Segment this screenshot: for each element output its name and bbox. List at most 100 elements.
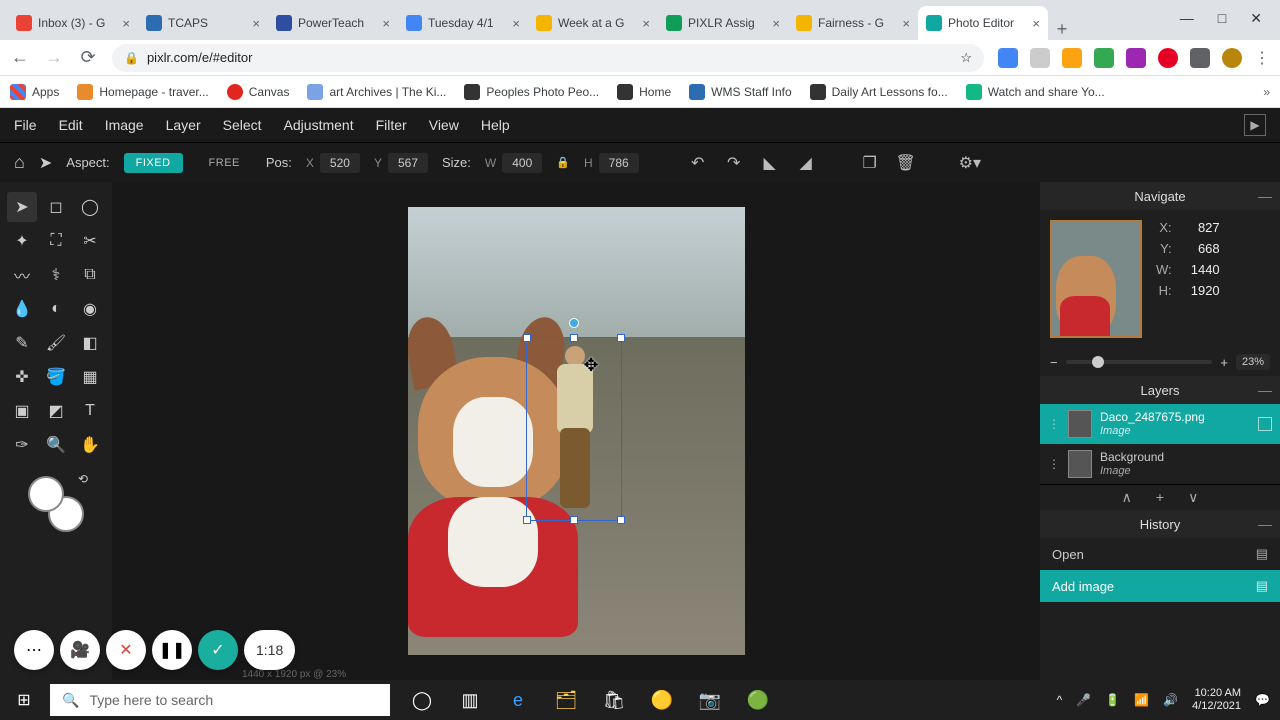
bookmark-item[interactable]: art Archives | The Ki... [307, 84, 446, 100]
back-button[interactable]: ← [10, 47, 30, 68]
menu-filter[interactable]: Filter [376, 117, 407, 133]
close-icon[interactable]: × [772, 16, 780, 31]
menu-edit[interactable]: Edit [59, 117, 83, 133]
layers-panel-header[interactable]: Layers— [1040, 376, 1280, 404]
shape-tool[interactable]: ▣ [7, 396, 37, 426]
close-icon[interactable]: × [512, 16, 520, 31]
recorder-webcam-button[interactable]: 🎥 [60, 630, 100, 670]
apps-button[interactable]: Apps [10, 84, 59, 100]
recorder-more-button[interactable]: ⋯ [14, 630, 54, 670]
extension-icon[interactable] [998, 48, 1018, 68]
zoom-value[interactable]: 23% [1236, 354, 1270, 370]
menu-select[interactable]: Select [223, 117, 262, 133]
tab-powerteacher[interactable]: PowerTeach× [268, 6, 398, 40]
recorder-pause-button[interactable]: ❚❚ [152, 630, 192, 670]
aspect-fixed-button[interactable]: FIXED [124, 153, 183, 173]
start-button[interactable]: ⊞ [0, 680, 48, 720]
pinterest-icon[interactable] [1158, 48, 1178, 68]
resize-handle-bc[interactable] [570, 516, 578, 524]
forward-button[interactable]: → [44, 47, 64, 68]
history-panel-header[interactable]: History— [1040, 510, 1280, 538]
chrome-menu-icon[interactable]: ⋮ [1254, 48, 1270, 68]
size-h-input[interactable]: 786 [599, 153, 639, 173]
tray-wifi-icon[interactable]: 📶 [1134, 693, 1149, 707]
collapse-icon[interactable]: — [1258, 188, 1272, 204]
close-icon[interactable]: × [252, 16, 260, 31]
menu-layer[interactable]: Layer [166, 117, 201, 133]
task-view-timeline-icon[interactable]: ▥ [450, 680, 490, 720]
sticker-tool[interactable]: ◩ [41, 396, 71, 426]
tray-battery-icon[interactable]: 🔋 [1105, 693, 1120, 707]
history-item[interactable]: Add image▤ [1040, 570, 1280, 602]
zoom-tool[interactable]: 🔍 [41, 430, 71, 460]
tab-fairness[interactable]: Fairness - G× [788, 6, 918, 40]
window-maximize[interactable]: □ [1218, 10, 1226, 26]
layer-thumbnail[interactable] [1068, 410, 1092, 438]
taskbar-clock[interactable]: 10:20 AM 4/12/2021 [1192, 687, 1241, 713]
close-icon[interactable]: × [902, 16, 910, 31]
crop-tool[interactable]: ⛶ [41, 226, 71, 256]
profile-avatar[interactable] [1222, 48, 1242, 68]
hand-tool[interactable]: ✋ [75, 430, 105, 460]
brush-tool[interactable]: 🖌 [41, 328, 71, 358]
history-item[interactable]: Open▤ [1040, 538, 1280, 570]
zoom-out-button[interactable]: − [1050, 355, 1058, 370]
bookmark-item[interactable]: Homepage - traver... [77, 84, 208, 100]
blur-tool[interactable]: 💧 [7, 294, 37, 324]
close-icon[interactable]: × [1032, 16, 1040, 31]
extension-icon[interactable] [1030, 48, 1050, 68]
eyedropper-tool[interactable]: ✑ [7, 430, 37, 460]
menu-view[interactable]: View [429, 117, 459, 133]
settings-icon[interactable]: ⚙▾ [959, 153, 981, 173]
flip-horizontal-icon[interactable]: ◣ [759, 153, 781, 173]
chrome-icon-2[interactable]: 🟢 [738, 680, 778, 720]
layer-item[interactable]: ⋮ Daco_2487675.pngImage [1040, 404, 1280, 444]
layer-visibility-toggle[interactable] [1258, 417, 1272, 431]
bookmark-item[interactable]: Home [617, 84, 671, 100]
tab-pixlr-assign[interactable]: PIXLR Assig× [658, 6, 788, 40]
star-icon[interactable]: ☆ [960, 50, 972, 66]
collapse-icon[interactable]: — [1258, 516, 1272, 532]
transform-selection[interactable] [526, 337, 622, 521]
chrome-icon[interactable]: 🟡 [642, 680, 682, 720]
resize-handle-tl[interactable] [523, 334, 531, 342]
layer-down-button[interactable]: ∨ [1188, 489, 1198, 506]
tray-volume-icon[interactable]: 🔊 [1163, 693, 1178, 707]
undo-icon[interactable]: ↶ [687, 153, 709, 173]
delete-icon[interactable]: 🗑 [895, 153, 917, 173]
recorder-cancel-button[interactable]: ✕ [106, 630, 146, 670]
layer-thumbnail[interactable] [1068, 450, 1092, 478]
eraser-tool[interactable]: ◧ [75, 328, 105, 358]
zoom-thumb[interactable] [1092, 356, 1104, 368]
taskbar-search[interactable]: 🔍 Type here to search [50, 684, 390, 716]
extension-icon[interactable] [1126, 48, 1146, 68]
bookmark-item[interactable]: WMS Staff Info [689, 84, 791, 100]
redo-icon[interactable]: ↷ [723, 153, 745, 173]
pos-y-input[interactable]: 567 [388, 153, 428, 173]
task-view-icon[interactable]: ◯ [402, 680, 442, 720]
layer-up-button[interactable]: ∧ [1122, 489, 1132, 506]
collapse-icon[interactable]: — [1258, 382, 1272, 398]
rotate-handle[interactable] [569, 318, 579, 328]
edge-icon[interactable]: e [498, 680, 538, 720]
layer-add-button[interactable]: + [1156, 489, 1164, 506]
bookmark-item[interactable]: Peoples Photo Peo... [464, 84, 599, 100]
resize-handle-tc[interactable] [570, 334, 578, 342]
swap-colors-icon[interactable]: ⟲ [78, 472, 88, 486]
layer-item[interactable]: ⋮ BackgroundImage [1040, 444, 1280, 484]
tab-pixlr-editor[interactable]: Photo Editor× [918, 6, 1048, 40]
notifications-icon[interactable]: 💬 [1255, 693, 1270, 707]
pen-tool[interactable]: ✎ [7, 328, 37, 358]
bookmark-item[interactable]: Watch and share Yo... [966, 84, 1105, 100]
file-explorer-icon[interactable]: 🗂 [546, 680, 586, 720]
lock-aspect-icon[interactable]: 🔒 [556, 156, 570, 169]
tab-week[interactable]: Week at a G× [528, 6, 658, 40]
dodge-tool[interactable]: ◐ [41, 294, 71, 324]
aspect-free-button[interactable]: FREE [197, 153, 252, 173]
tab-inbox[interactable]: Inbox (3) - G× [8, 6, 138, 40]
camera-icon[interactable]: 📷 [690, 680, 730, 720]
color-swatch[interactable]: ⟲ [28, 476, 84, 532]
canvas[interactable]: ✥ [408, 207, 745, 655]
store-icon[interactable]: 🛍 [594, 680, 634, 720]
window-close[interactable]: ✕ [1250, 10, 1262, 27]
